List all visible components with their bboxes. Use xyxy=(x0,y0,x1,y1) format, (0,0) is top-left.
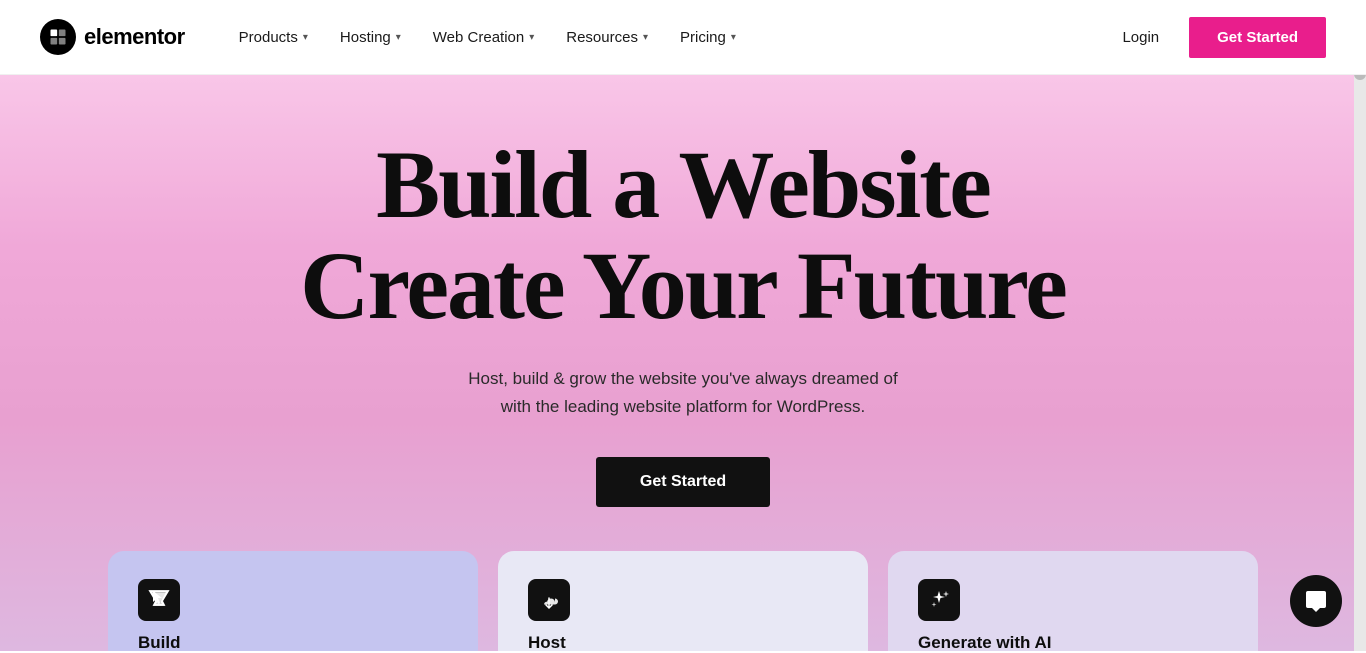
logo-text: elementor xyxy=(84,24,185,50)
scrollbar[interactable] xyxy=(1354,0,1366,651)
get-started-nav-button[interactable]: Get Started xyxy=(1189,17,1326,58)
host-card-icon-wrapper xyxy=(528,579,838,621)
ai-icon xyxy=(918,579,960,621)
nav-actions: Login Get Started xyxy=(1108,17,1326,58)
hero-cta-button[interactable]: Get Started xyxy=(596,457,770,507)
chat-bubble-button[interactable] xyxy=(1290,575,1342,627)
feature-cards: Build Host xyxy=(93,551,1273,651)
pricing-chevron-icon: ▾ xyxy=(731,32,736,43)
feature-card-build[interactable]: Build xyxy=(108,551,478,651)
hero-subtitle: Host, build & grow the website you've al… xyxy=(468,365,897,421)
hero-title-line1: Build a Website xyxy=(376,131,990,238)
login-button[interactable]: Login xyxy=(1108,21,1173,54)
logo[interactable]: elementor xyxy=(40,19,185,55)
ai-label: Generate with AI xyxy=(918,633,1228,653)
web-creation-chevron-icon: ▾ xyxy=(529,32,534,43)
host-label: Host xyxy=(528,633,838,653)
build-card-icon-wrapper xyxy=(138,579,448,621)
nav-pricing[interactable]: Pricing ▾ xyxy=(666,21,750,54)
nav-resources[interactable]: Resources ▾ xyxy=(552,21,662,54)
build-label: Build xyxy=(138,633,448,653)
nav-hosting[interactable]: Hosting ▾ xyxy=(326,21,415,54)
ai-card-icon-wrapper xyxy=(918,579,1228,621)
resources-chevron-icon: ▾ xyxy=(643,32,648,43)
host-icon xyxy=(528,579,570,621)
chat-icon xyxy=(1304,589,1328,613)
hero-title-line2: Create Your Future xyxy=(300,232,1066,339)
hero-section: Build a Website Create Your Future Host,… xyxy=(0,75,1366,651)
feature-card-ai[interactable]: Generate with AI xyxy=(888,551,1258,651)
nav-links: Products ▾ Hosting ▾ Web Creation ▾ Reso… xyxy=(225,21,1109,54)
hero-title: Build a Website Create Your Future xyxy=(300,135,1066,337)
navbar: elementor Products ▾ Hosting ▾ Web Creat… xyxy=(0,0,1366,75)
feature-card-host[interactable]: Host xyxy=(498,551,868,651)
products-chevron-icon: ▾ xyxy=(303,32,308,43)
nav-products[interactable]: Products ▾ xyxy=(225,21,322,54)
nav-web-creation[interactable]: Web Creation ▾ xyxy=(419,21,548,54)
build-icon xyxy=(138,579,180,621)
logo-icon xyxy=(40,19,76,55)
hosting-chevron-icon: ▾ xyxy=(396,32,401,43)
